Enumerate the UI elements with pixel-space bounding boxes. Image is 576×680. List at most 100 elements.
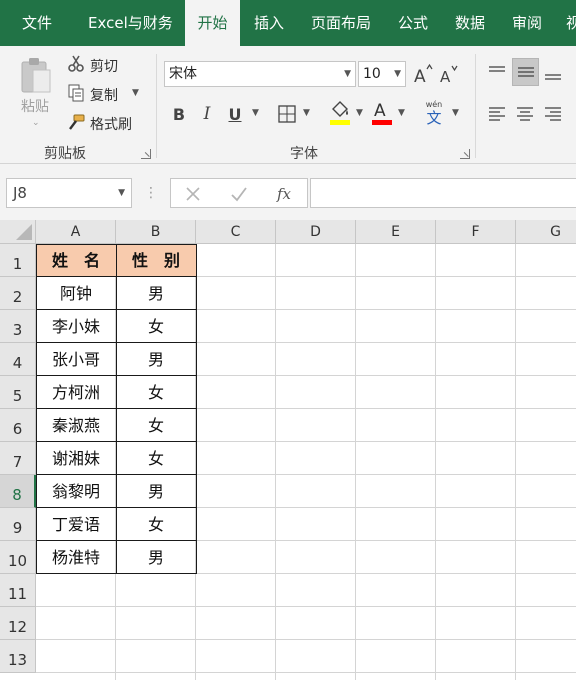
paste-dropdown-arrow[interactable]: ⌄ xyxy=(32,118,40,128)
column-header-b[interactable]: B xyxy=(116,220,196,244)
borders-button[interactable] xyxy=(276,102,298,126)
cell-a4[interactable]: 张小哥 xyxy=(36,343,116,376)
column-header-a[interactable]: A xyxy=(36,220,116,244)
row-header-12[interactable]: 12 xyxy=(0,607,36,640)
cell-b2[interactable]: 男 xyxy=(116,277,196,310)
middle-align-button[interactable] xyxy=(512,58,539,86)
cancel-entry-button[interactable] xyxy=(181,182,205,206)
cell-b8[interactable]: 男 xyxy=(116,475,196,508)
tab-data[interactable]: 数据 xyxy=(455,0,485,46)
chevron-down-icon: ▼ xyxy=(118,188,125,198)
phonetic-button[interactable]: wén 文 xyxy=(420,98,448,128)
row-header-5[interactable]: 5 xyxy=(0,376,36,409)
borders-dropdown-arrow[interactable]: ▼ xyxy=(303,108,310,118)
row-header-11[interactable]: 11 xyxy=(0,574,36,607)
formula-input[interactable] xyxy=(310,178,576,208)
column-header-c[interactable]: C xyxy=(196,220,276,244)
table-border xyxy=(196,244,197,574)
bottom-align-button[interactable] xyxy=(542,60,564,88)
row-header-4[interactable]: 4 xyxy=(0,343,36,376)
bold-button[interactable]: B xyxy=(168,102,190,126)
column-header-g[interactable]: G xyxy=(516,220,576,244)
font-launcher-icon[interactable] xyxy=(460,149,470,159)
column-header-e[interactable]: E xyxy=(356,220,436,244)
cell-b10[interactable]: 男 xyxy=(116,541,196,574)
row-header-6[interactable]: 6 xyxy=(0,409,36,442)
cell-a1[interactable]: 姓 名 xyxy=(36,244,116,277)
cut-button[interactable]: 剪切 xyxy=(90,56,118,76)
font-color-dropdown-arrow[interactable]: ▼ xyxy=(398,108,405,118)
cell-b7[interactable]: 女 xyxy=(116,442,196,475)
top-align-button[interactable] xyxy=(486,60,508,84)
row-header-9[interactable]: 9 xyxy=(0,508,36,541)
cell-b4[interactable]: 男 xyxy=(116,343,196,376)
cell-b6[interactable]: 女 xyxy=(116,409,196,442)
tab-page-layout[interactable]: 页面布局 xyxy=(311,0,371,46)
cell-a10[interactable]: 杨淮特 xyxy=(36,541,116,574)
underline-button[interactable]: U xyxy=(224,102,246,126)
row-header-13[interactable]: 13 xyxy=(0,640,36,673)
paste-button[interactable] xyxy=(18,56,54,94)
insert-function-button[interactable]: fx xyxy=(271,182,297,206)
row-header-2[interactable]: 2 xyxy=(0,277,36,310)
check-icon xyxy=(231,187,247,202)
cell-a9[interactable]: 丁爱语 xyxy=(36,508,116,541)
tab-review[interactable]: 审阅 xyxy=(512,0,542,46)
cell-a2[interactable]: 阿钟 xyxy=(36,277,116,310)
increase-font-size-button[interactable]: A xyxy=(412,62,434,86)
format-painter-button[interactable]: 格式刷 xyxy=(90,114,132,134)
select-all-corner[interactable] xyxy=(0,220,36,244)
svg-text:A: A xyxy=(440,68,451,85)
tab-insert[interactable]: 插入 xyxy=(254,0,284,46)
font-color-button[interactable]: A xyxy=(370,98,394,128)
column-header-d[interactable]: D xyxy=(276,220,356,244)
align-middle-icon xyxy=(517,67,534,77)
ribbon-tab-bar: 文件 Excel与财务 开始 插入 页面布局 公式 数据 审阅 视 xyxy=(0,0,576,46)
clipboard-launcher-icon[interactable] xyxy=(141,149,151,159)
copy-button[interactable]: 复制 xyxy=(90,85,118,105)
font-size-select[interactable]: 10 ▼ xyxy=(358,61,406,87)
tab-file[interactable]: 文件 xyxy=(22,0,52,46)
decrease-font-size-button[interactable]: A xyxy=(438,62,460,86)
cell-b9[interactable]: 女 xyxy=(116,508,196,541)
shrink-font-icon: A xyxy=(440,65,458,85)
name-box[interactable]: J8 ▼ xyxy=(6,178,132,208)
cell-a5[interactable]: 方柯洲 xyxy=(36,376,116,409)
gridline xyxy=(36,606,576,607)
worksheet-grid[interactable]: A B C D E F G 1 2 3 4 5 6 7 8 9 10 11 12… xyxy=(0,220,576,680)
align-left-button[interactable] xyxy=(486,102,508,126)
row-header-7[interactable]: 7 xyxy=(0,442,36,475)
underline-dropdown-arrow[interactable]: ▼ xyxy=(252,108,259,118)
row-header-1[interactable]: 1 xyxy=(0,244,36,277)
cell-a6[interactable]: 秦淑燕 xyxy=(36,409,116,442)
borders-icon xyxy=(278,105,296,123)
phonetic-dropdown-arrow[interactable]: ▼ xyxy=(452,108,459,118)
align-right-button[interactable] xyxy=(542,102,564,126)
cell-a3[interactable]: 李小妹 xyxy=(36,310,116,343)
align-center-button[interactable] xyxy=(514,102,536,126)
font-group-label: 字体 xyxy=(290,146,318,162)
italic-button[interactable]: I xyxy=(196,102,218,126)
tab-home[interactable]: 开始 xyxy=(185,0,240,46)
font-name-select[interactable]: 宋体 ▼ xyxy=(164,61,356,87)
tab-formulas[interactable]: 公式 xyxy=(398,0,428,46)
cell-a8[interactable]: 翁黎明 xyxy=(36,475,116,508)
align-right-icon xyxy=(545,107,561,121)
cell-b3[interactable]: 女 xyxy=(116,310,196,343)
cell-b1[interactable]: 性 别 xyxy=(116,244,196,277)
tab-excel-finance[interactable]: Excel与财务 xyxy=(88,0,173,46)
cell-a7[interactable]: 谢湘妹 xyxy=(36,442,116,475)
row-header-10[interactable]: 10 xyxy=(0,541,36,574)
font-size-value: 10 xyxy=(363,66,381,82)
fill-color-dropdown-arrow[interactable]: ▼ xyxy=(356,108,363,118)
fill-color-button[interactable] xyxy=(328,98,352,128)
column-header-f[interactable]: F xyxy=(436,220,516,244)
row-header-3[interactable]: 3 xyxy=(0,310,36,343)
cell-b5[interactable]: 女 xyxy=(116,376,196,409)
font-color-icon: A xyxy=(372,101,392,125)
tab-view[interactable]: 视 xyxy=(566,0,576,46)
row-header-8[interactable]: 8 xyxy=(0,475,36,508)
clipboard-group-label: 剪贴板 xyxy=(44,146,86,162)
confirm-entry-button[interactable] xyxy=(227,182,251,206)
copy-dropdown-arrow[interactable]: ▼ xyxy=(132,88,139,98)
